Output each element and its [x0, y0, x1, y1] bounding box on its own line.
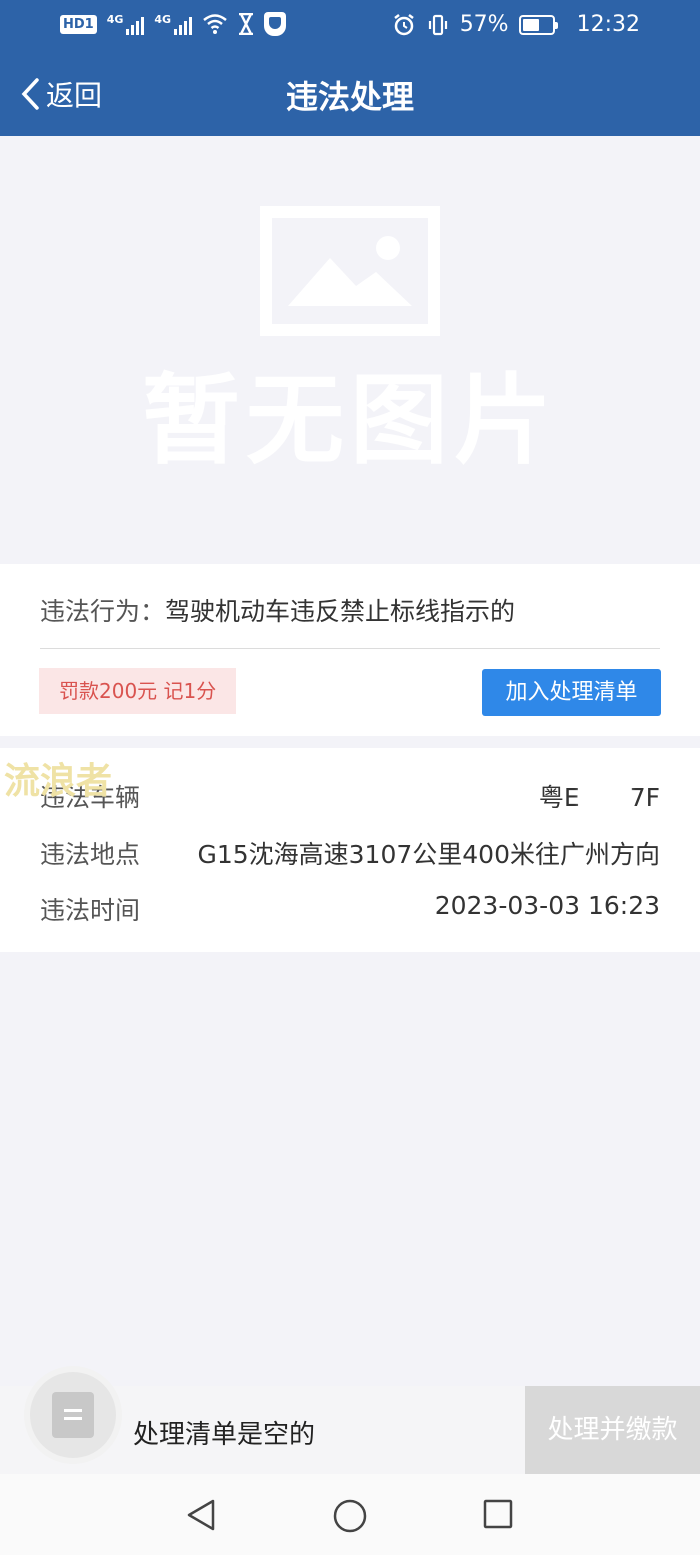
- time-value: 2023-03-03 16:23: [434, 891, 660, 920]
- alarm-icon: [393, 13, 414, 35]
- nav-back-icon[interactable]: [184, 1498, 218, 1532]
- system-nav-bar: [0, 1474, 700, 1555]
- status-bar: HD1 4G 4G 57% 12:32: [0, 0, 700, 52]
- vibrate-icon: [428, 14, 447, 35]
- watermark: 流浪者: [4, 761, 113, 802]
- battery-icon: [518, 14, 558, 35]
- list-status: 处理清单是空的: [133, 1420, 316, 1450]
- time-label: 违法时间: [40, 896, 141, 925]
- signal-icon-2: 4G: [154, 13, 193, 35]
- header: HD1 4G 4G 57% 12:32 返回 违法处理: [0, 0, 700, 136]
- document-icon: [52, 1392, 94, 1438]
- behavior-row: 违法行为：驾驶机动车违反禁止标线指示的: [40, 592, 515, 628]
- no-image-text: 暂无图片: [141, 364, 558, 478]
- sim1-label: 1: [84, 16, 94, 32]
- network-type-2: 4G: [154, 13, 172, 26]
- location-label: 违法地点: [40, 840, 141, 869]
- add-to-list-button[interactable]: 加入处理清单: [482, 669, 661, 716]
- location-value: G15沈海高速3107公里400米往广州方向: [197, 840, 660, 869]
- penalty-badge: 罚款200元 记1分: [39, 668, 237, 714]
- list-icon[interactable]: [30, 1372, 116, 1458]
- hourglass-icon: [239, 13, 254, 35]
- divider: [40, 648, 660, 649]
- network-type-1: 4G: [106, 13, 124, 26]
- bottom-bar: 处理清单是空的 处理并缴款: [0, 1372, 700, 1474]
- nav-home-icon[interactable]: [332, 1498, 368, 1534]
- battery-fill: [522, 18, 539, 31]
- nav-bar: 返回 违法处理: [0, 52, 700, 136]
- wifi-icon: [203, 14, 227, 34]
- behavior-value: 驾驶机动车违反禁止标线指示的: [165, 597, 516, 626]
- violation-card: 违法行为：驾驶机动车违反禁止标线指示的 罚款200元 记1分 加入处理清单: [0, 564, 700, 736]
- battery-percent: 57%: [459, 12, 509, 37]
- signal-icon: 4G: [107, 13, 145, 35]
- location-row: 违法地点 G15沈海高速3107公里400米往广州方向: [40, 835, 660, 869]
- violation-photo[interactable]: 暂无图片: [0, 136, 700, 564]
- status-left: HD1 4G 4G: [60, 12, 287, 36]
- behavior-label: 违法行为：: [40, 597, 166, 626]
- image-placeholder-icon: [260, 206, 440, 336]
- pay-button[interactable]: 处理并缴款: [525, 1386, 700, 1474]
- shield-icon: [264, 12, 287, 36]
- redaction-blur: [579, 786, 630, 812]
- page-title: 违法处理: [285, 78, 414, 116]
- nav-recents-icon[interactable]: [482, 1498, 514, 1530]
- vehicle-value-suffix: 7F: [629, 783, 660, 812]
- time-row: 违法时间 2023-03-03 16:23: [40, 891, 660, 925]
- hd-label: HD: [63, 16, 85, 32]
- vehicle-value-prefix: 粤E: [538, 783, 580, 812]
- status-right: 57% 12:32: [392, 12, 640, 37]
- vehicle-row: 违法车辆 粤E 7F: [40, 778, 660, 812]
- hd-icon: HD1: [60, 14, 97, 34]
- vehicle-value: 粤E 7F: [539, 778, 660, 814]
- clock: 12:32: [576, 12, 640, 37]
